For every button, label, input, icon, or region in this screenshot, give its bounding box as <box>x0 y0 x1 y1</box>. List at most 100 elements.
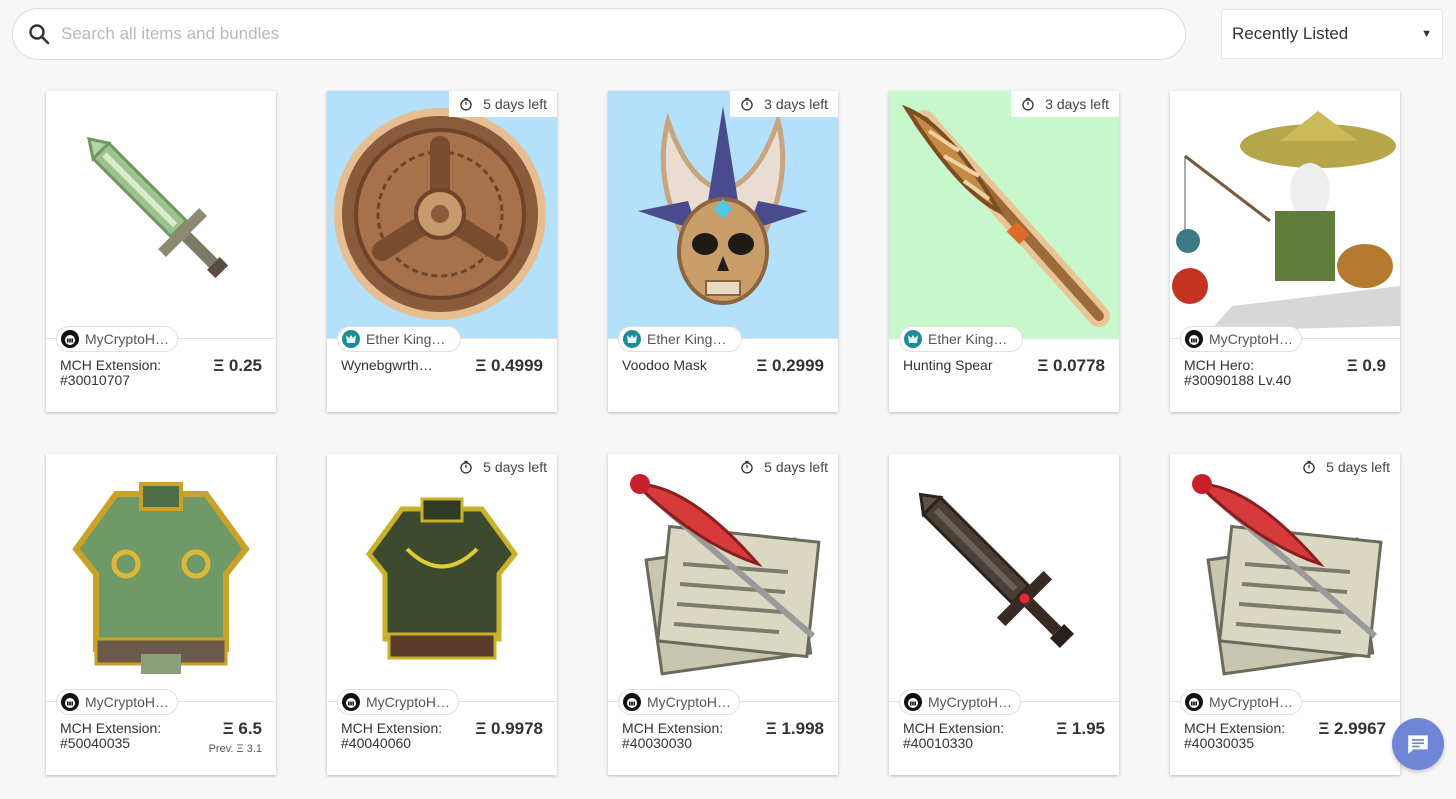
collection-chip[interactable]: MyCryptoH… <box>337 689 460 715</box>
item-price: Ξ 0.9978 <box>475 719 543 738</box>
item-image[interactable]: 5 days left <box>327 454 557 702</box>
item-info: Hunting Spear Ξ 0.0778 <box>889 353 1119 397</box>
dark-sword-image <box>889 454 1119 702</box>
mch-logo-icon <box>1185 330 1203 348</box>
item-card[interactable]: MyCryptoH… MCH Hero: #30090188 Lv.40 Ξ 0… <box>1170 91 1400 412</box>
item-name: Wynebgwrth… <box>341 358 433 373</box>
item-card[interactable]: MyCryptoH… MCH Extension: #40010330 Ξ 1.… <box>889 454 1119 775</box>
item-info: Wynebgwrth… Ξ 0.4999 <box>327 353 557 397</box>
timer-label: 5 days left <box>483 96 547 112</box>
item-name: MCH Hero: #30090188 Lv.40 <box>1184 358 1292 388</box>
item-name: MCH Extension: #30010707 <box>60 358 162 388</box>
search-input[interactable] <box>61 19 1141 49</box>
ether-kingdoms-logo-icon <box>623 330 641 348</box>
item-card[interactable]: 5 days left MyCryptoH… MCH Extension: #4… <box>327 454 557 775</box>
collection-chip[interactable]: Ether Kingd… <box>618 326 742 352</box>
gold-armor-image <box>46 454 276 702</box>
collection-chip[interactable]: MyCryptoH… <box>56 326 179 352</box>
stopwatch-icon <box>1302 460 1326 474</box>
timer-label: 3 days left <box>764 96 828 112</box>
timer-label: 5 days left <box>1326 459 1390 475</box>
collection-chip[interactable]: MyCryptoH… <box>1180 689 1303 715</box>
collection-chip[interactable]: Ether Kingd… <box>337 326 461 352</box>
item-card[interactable]: 5 days left Ether Kingd… Wynebgwrth… Ξ 0… <box>327 91 557 412</box>
item-info: Voodoo Mask Ξ 0.2999 <box>608 353 838 397</box>
item-image[interactable] <box>46 454 276 702</box>
mch-logo-icon <box>623 693 641 711</box>
hunting-spear-image <box>889 91 1119 339</box>
collection-name: MyCryptoH… <box>1209 694 1294 710</box>
round-shield-image <box>327 91 557 339</box>
item-image[interactable]: 5 days left <box>327 91 557 339</box>
quill-scroll-image <box>1170 454 1400 702</box>
item-grid: MyCryptoH… MCH Extension: #30010707 Ξ 0.… <box>46 91 1406 775</box>
item-info: MCH Extension: #40030030 Ξ 1.998 <box>608 716 838 760</box>
item-price: Ξ 0.0778 <box>1037 356 1105 375</box>
item-name: Voodoo Mask <box>622 358 707 373</box>
sort-dropdown[interactable]: Recently Listed ▼ <box>1221 9 1443 59</box>
item-name: MCH Extension: #40010330 <box>903 721 1005 751</box>
timer-badge: 5 days left <box>449 91 557 117</box>
collection-name: MyCryptoH… <box>647 694 732 710</box>
stopwatch-icon <box>740 97 764 111</box>
stopwatch-icon <box>459 460 483 474</box>
collection-name: Ether Kingd… <box>366 331 452 347</box>
item-card[interactable]: 3 days left Ether Kingd… Hunting Spear Ξ… <box>889 91 1119 412</box>
stopwatch-icon <box>740 460 764 474</box>
item-card[interactable]: 5 days left MyCryptoH… MCH Extension: #4… <box>1170 454 1400 775</box>
item-image[interactable]: 5 days left <box>608 454 838 702</box>
item-info: MCH Hero: #30090188 Lv.40 Ξ 0.9 <box>1170 353 1400 397</box>
item-card[interactable]: MyCryptoH… MCH Extension: #50040035 Ξ 6.… <box>46 454 276 775</box>
chat-button[interactable] <box>1392 718 1444 770</box>
item-info: MCH Extension: #40010330 Ξ 1.95 <box>889 716 1119 760</box>
collection-name: MyCryptoH… <box>928 694 1013 710</box>
collection-chip[interactable]: MyCryptoH… <box>1180 326 1303 352</box>
collection-name: MyCryptoH… <box>366 694 451 710</box>
item-name: MCH Extension: #40030030 <box>622 721 724 751</box>
timer-label: 5 days left <box>764 459 828 475</box>
quill-scroll-image <box>608 454 838 702</box>
stopwatch-icon <box>459 97 483 111</box>
item-card[interactable]: 5 days left MyCryptoH… MCH Extension: #4… <box>608 454 838 775</box>
item-image[interactable] <box>1170 91 1400 339</box>
stopwatch-icon <box>1021 97 1045 111</box>
collection-name: MyCryptoH… <box>1209 331 1294 347</box>
voodoo-mask-image <box>608 91 838 339</box>
item-image[interactable] <box>889 454 1119 702</box>
timer-badge: 5 days left <box>730 454 838 480</box>
item-price: Ξ 1.998 <box>765 719 824 738</box>
item-card[interactable]: 3 days left Ether Kingd… Voodoo Mask Ξ 0… <box>608 91 838 412</box>
item-info: MCH Extension: #40040060 Ξ 0.9978 <box>327 716 557 760</box>
collection-name: MyCryptoH… <box>85 331 170 347</box>
collection-chip[interactable]: MyCryptoH… <box>618 689 741 715</box>
sort-selected-label: Recently Listed <box>1232 24 1349 43</box>
mch-logo-icon <box>61 693 79 711</box>
mch-logo-icon <box>904 693 922 711</box>
collection-name: Ether Kingd… <box>928 331 1014 347</box>
item-price: Ξ 0.9 <box>1346 356 1386 375</box>
timer-badge: 3 days left <box>730 91 838 117</box>
timer-label: 3 days left <box>1045 96 1109 112</box>
item-image[interactable] <box>46 91 276 339</box>
item-name: Hunting Spear <box>903 358 993 373</box>
item-image[interactable]: 3 days left <box>608 91 838 339</box>
item-image[interactable]: 5 days left <box>1170 454 1400 702</box>
item-name: MCH Extension: #40040060 <box>341 721 443 751</box>
mch-logo-icon <box>61 330 79 348</box>
item-info: MCH Extension: #40030035 Ξ 2.9967 <box>1170 716 1400 760</box>
chat-icon <box>1408 735 1428 754</box>
mch-logo-icon <box>342 693 360 711</box>
timer-badge: 3 days left <box>1011 91 1119 117</box>
item-card[interactable]: MyCryptoH… MCH Extension: #30010707 Ξ 0.… <box>46 91 276 412</box>
search-bar[interactable] <box>12 8 1186 60</box>
item-info: MCH Extension: #30010707 Ξ 0.25 <box>46 353 276 397</box>
item-price: Ξ 0.25 <box>213 356 262 375</box>
fisherman-hero-image <box>1170 91 1400 339</box>
search-icon <box>29 24 50 45</box>
item-price: Ξ 2.9967 <box>1318 719 1386 738</box>
collection-chip[interactable]: MyCryptoH… <box>899 689 1022 715</box>
collection-chip[interactable]: Ether Kingd… <box>899 326 1023 352</box>
item-info: MCH Extension: #50040035 Ξ 6.5 Prev. Ξ 3… <box>46 716 276 760</box>
collection-chip[interactable]: MyCryptoH… <box>56 689 179 715</box>
item-image[interactable]: 3 days left <box>889 91 1119 339</box>
